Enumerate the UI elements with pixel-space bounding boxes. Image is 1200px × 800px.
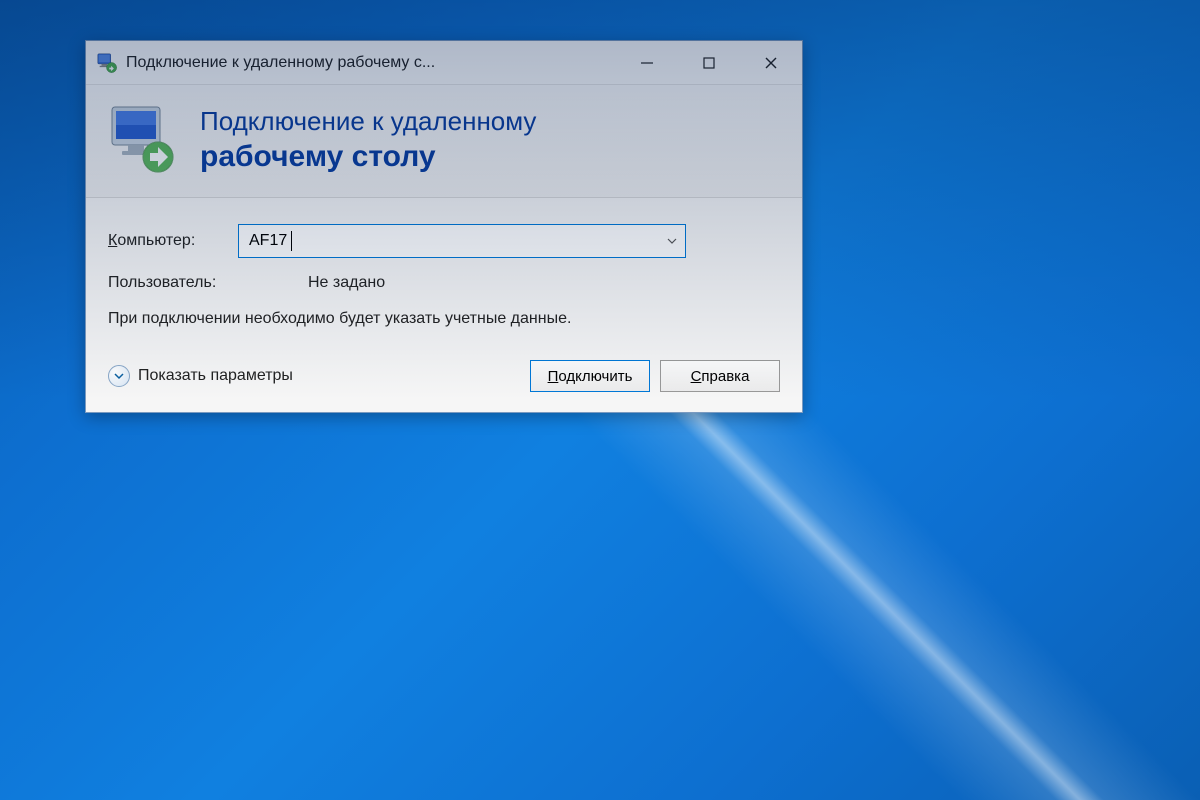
user-label: Пользователь: xyxy=(108,274,268,292)
help-button[interactable]: Справка xyxy=(660,360,780,392)
titlebar[interactable]: Подключение к удаленному рабочему с... xyxy=(86,41,802,85)
credentials-hint: При подключении необходимо будет указать… xyxy=(108,308,628,330)
rdp-dialog: Подключение к удаленному рабочему с... xyxy=(85,40,803,413)
dropdown-caret-icon[interactable] xyxy=(659,225,685,257)
chevron-down-icon xyxy=(108,365,130,387)
maximize-button[interactable] xyxy=(678,41,740,84)
rdp-app-icon xyxy=(96,52,118,74)
minimize-button[interactable] xyxy=(616,41,678,84)
computer-combobox[interactable] xyxy=(238,224,686,258)
dialog-body: Компьютер: Пользователь: Не задано При п… xyxy=(86,198,802,412)
show-options-toggle[interactable]: Показать параметры xyxy=(108,365,293,387)
user-value: Не задано xyxy=(308,274,385,292)
rdp-banner-icon xyxy=(106,103,180,177)
window-controls xyxy=(616,41,802,84)
footer: Показать параметры Подключить Справка xyxy=(108,360,780,392)
banner: Подключение к удаленному рабочему столу xyxy=(86,85,802,198)
banner-title: Подключение к удаленному рабочему столу xyxy=(200,105,536,175)
computer-input[interactable] xyxy=(239,225,659,257)
banner-line2: рабочему столу xyxy=(200,138,536,176)
banner-line1: Подключение к удаленному xyxy=(200,105,536,138)
window-title: Подключение к удаленному рабочему с... xyxy=(126,54,616,72)
connect-button[interactable]: Подключить xyxy=(530,360,650,392)
close-button[interactable] xyxy=(740,41,802,84)
show-options-label: Показать параметры xyxy=(138,367,293,385)
computer-label: Компьютер: xyxy=(108,232,238,250)
text-cursor xyxy=(291,231,292,251)
